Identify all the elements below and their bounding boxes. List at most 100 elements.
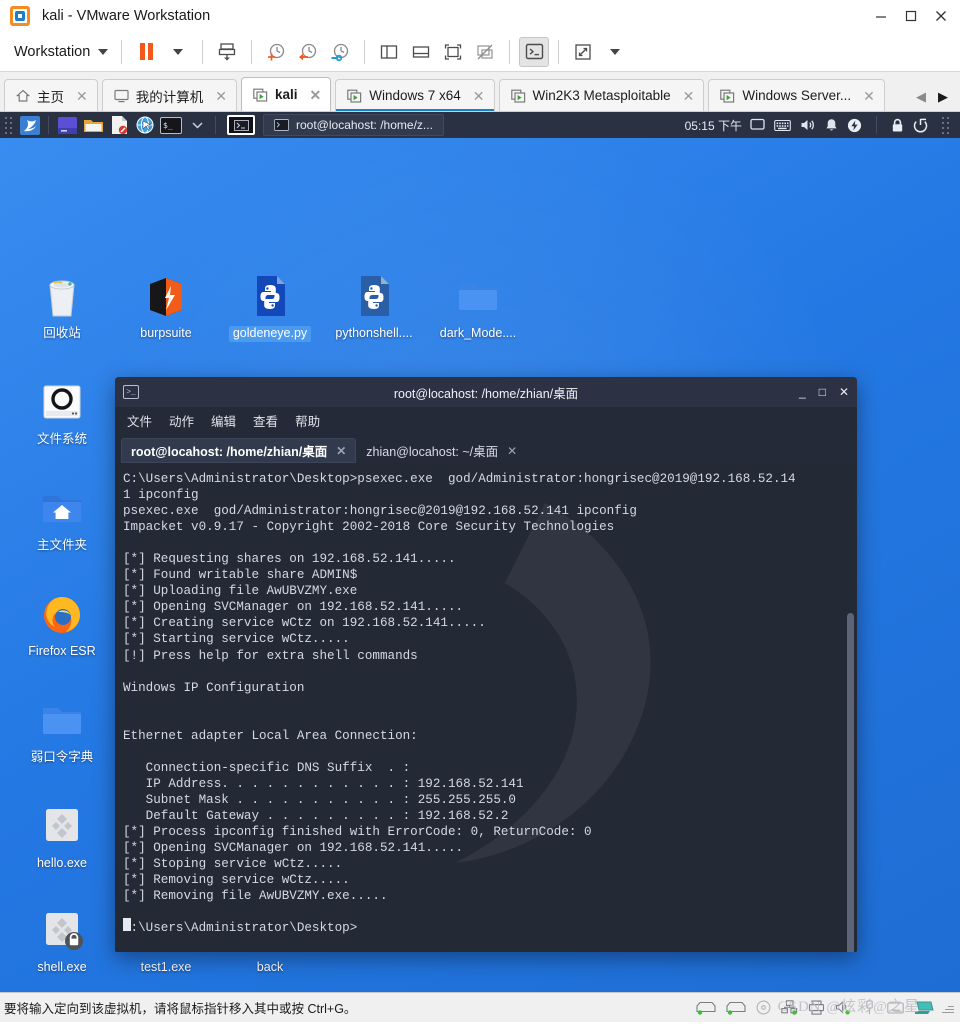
terminal-scrollbar[interactable] <box>847 613 854 952</box>
desktop-icon-shell-exe[interactable]: shell.exe <box>14 906 110 980</box>
desktop-icon-burpsuite[interactable]: burpsuite <box>118 272 214 346</box>
display-icon[interactable] <box>750 118 765 132</box>
stretch-button[interactable] <box>568 37 598 67</box>
window-button-terminal-1[interactable] <box>227 115 255 135</box>
close-icon[interactable]: ✕ <box>839 386 849 398</box>
manage-snapshot-button[interactable] <box>212 37 242 67</box>
terminal-output-area[interactable]: C:\Users\Administrator\Desktop>psexec.ex… <box>115 463 857 952</box>
keyboard-icon[interactable] <box>887 1001 904 1015</box>
tab-scroll-controls: ◀ ▶ <box>906 89 960 111</box>
vm-tab-win2k3-metasploitable[interactable]: Win2K3 Metasploitable ✕ <box>498 79 705 111</box>
cdrom-icon[interactable] <box>756 1000 771 1015</box>
desktop-icon-weak-password-dict[interactable]: 弱口令字典 <box>14 696 110 770</box>
desktop-icon-pythonshell[interactable]: pythonshell.... <box>326 272 422 346</box>
close-icon[interactable]: ✕ <box>76 89 88 103</box>
desktop-icon-dark-mode[interactable]: dark_Mode.... <box>430 272 526 346</box>
panel-clock[interactable]: 05:15 下午 <box>677 117 750 134</box>
window-title: kali - VMware Workstation <box>42 7 211 24</box>
launcher-more[interactable] <box>186 115 208 135</box>
fullscreen-button[interactable] <box>438 37 468 67</box>
show-sidebar-button[interactable] <box>374 37 404 67</box>
minimize-icon[interactable] <box>866 1 896 31</box>
close-icon[interactable]: ✕ <box>336 444 346 458</box>
vm-tab-label: Windows Server... <box>742 88 852 103</box>
desktop-icon-label: goldeneye.py <box>228 326 312 342</box>
chevron-right-icon[interactable]: ▶ <box>938 89 948 105</box>
launcher-text-editor[interactable] <box>108 115 130 135</box>
desktop-icon-label: pythonshell.... <box>335 326 413 340</box>
maximize-icon[interactable]: □ <box>819 386 826 398</box>
document-icon <box>111 116 127 134</box>
power-bolt-icon[interactable] <box>847 118 862 133</box>
vm-tab-windows-server[interactable]: Windows Server... ✕ <box>708 79 885 111</box>
harddisk-icon[interactable] <box>696 1001 716 1015</box>
window-button-terminal-2[interactable]: root@locahost: /home/z... <box>263 114 444 136</box>
kali-dragon-icon <box>20 115 40 135</box>
close-icon[interactable]: ✕ <box>473 89 485 103</box>
logout-icon[interactable] <box>913 118 928 133</box>
burpsuite-icon <box>142 272 190 320</box>
kali-menu-button[interactable] <box>19 115 41 135</box>
launcher-file-manager[interactable] <box>82 115 104 135</box>
display-icon[interactable] <box>914 1000 934 1016</box>
take-snapshot-button[interactable] <box>261 37 291 67</box>
menu-file[interactable]: 文件 <box>127 411 152 430</box>
resize-grip[interactable] <box>940 1001 954 1015</box>
guest-screen-kali[interactable]: $_ root@locahost: /home/z... 05:15 下午 回收… <box>0 112 960 992</box>
menu-edit[interactable]: 编辑 <box>211 411 236 430</box>
pause-button[interactable] <box>131 37 161 67</box>
show-bottom-panel-button[interactable] <box>406 37 436 67</box>
close-icon[interactable]: ✕ <box>683 89 695 103</box>
console-view-button[interactable] <box>519 36 550 67</box>
network-icon[interactable] <box>781 1000 798 1015</box>
lock-icon[interactable] <box>891 118 904 133</box>
menu-view[interactable]: 查看 <box>253 411 278 430</box>
desktop-icon-recycle-bin[interactable]: 回收站 <box>14 272 110 346</box>
vm-tab-home[interactable]: 主页 ✕ <box>4 79 98 111</box>
terminal-tab-root[interactable]: root@locahost: /home/zhian/桌面 ✕ <box>121 438 357 463</box>
vm-tab-kali[interactable]: kali ✕ <box>240 77 332 111</box>
system-tray <box>750 116 960 134</box>
bell-icon[interactable] <box>825 118 838 132</box>
desktop-icon-home-folder[interactable]: 主文件夹 <box>14 484 110 558</box>
menu-help[interactable]: 帮助 <box>295 411 320 430</box>
pause-dropdown[interactable] <box>163 37 193 67</box>
close-icon[interactable] <box>926 1 956 31</box>
sound-icon[interactable] <box>835 1000 852 1015</box>
volume-icon[interactable] <box>800 118 816 132</box>
launcher-web-browser[interactable] <box>134 115 156 135</box>
vm-tab-bar: 主页 ✕ 我的计算机 ✕ kali ✕ Windows 7 x64 ✕ Win2… <box>0 72 960 112</box>
toolbar-divider <box>364 39 366 64</box>
keyboard-icon[interactable] <box>774 119 791 132</box>
close-icon[interactable]: ✕ <box>507 444 517 458</box>
panel-grip[interactable] <box>5 116 12 134</box>
unity-mode-button[interactable] <box>470 37 500 67</box>
launcher-terminal-emulator[interactable] <box>56 115 78 135</box>
workstation-menu-button[interactable]: Workstation <box>8 42 112 62</box>
panel-grip[interactable] <box>942 116 949 134</box>
usb-icon[interactable] <box>862 1000 877 1015</box>
terminal-title-bar[interactable]: >_ root@locahost: /home/zhian/桌面 _ □ ✕ <box>115 377 857 407</box>
harddisk-icon[interactable] <box>726 1001 746 1015</box>
minimize-icon[interactable]: _ <box>799 386 806 398</box>
desktop-icon-filesystem[interactable]: 文件系统 <box>14 378 110 452</box>
desktop-icon-goldeneye-py[interactable]: goldeneye.py <box>222 272 318 346</box>
menu-actions[interactable]: 动作 <box>169 411 194 430</box>
close-icon[interactable]: ✕ <box>310 88 322 102</box>
close-icon[interactable]: ✕ <box>863 89 875 103</box>
printer-icon[interactable] <box>808 1000 825 1015</box>
chevron-left-icon[interactable]: ◀ <box>916 89 926 105</box>
stretch-dropdown[interactable] <box>600 37 630 67</box>
desktop-icon-firefox-esr[interactable]: Firefox ESR <box>14 590 110 664</box>
revert-snapshot-button[interactable] <box>293 37 323 67</box>
vm-tab-my-computer[interactable]: 我的计算机 ✕ <box>101 79 237 111</box>
terminal-window[interactable]: >_ root@locahost: /home/zhian/桌面 _ □ ✕ 文… <box>115 377 857 952</box>
desktop-icon-hello-exe[interactable]: hello.exe <box>14 802 110 876</box>
launcher-root-terminal[interactable]: $_ <box>160 115 182 135</box>
close-icon[interactable]: ✕ <box>215 89 227 103</box>
bottom-panel-icon <box>413 45 430 58</box>
maximize-icon[interactable] <box>896 1 926 31</box>
terminal-tab-zhian[interactable]: zhian@locahost: ~/桌面 ✕ <box>356 438 527 463</box>
snapshot-manager-button[interactable] <box>325 37 355 67</box>
vm-tab-windows-7[interactable]: Windows 7 x64 ✕ <box>335 79 495 111</box>
